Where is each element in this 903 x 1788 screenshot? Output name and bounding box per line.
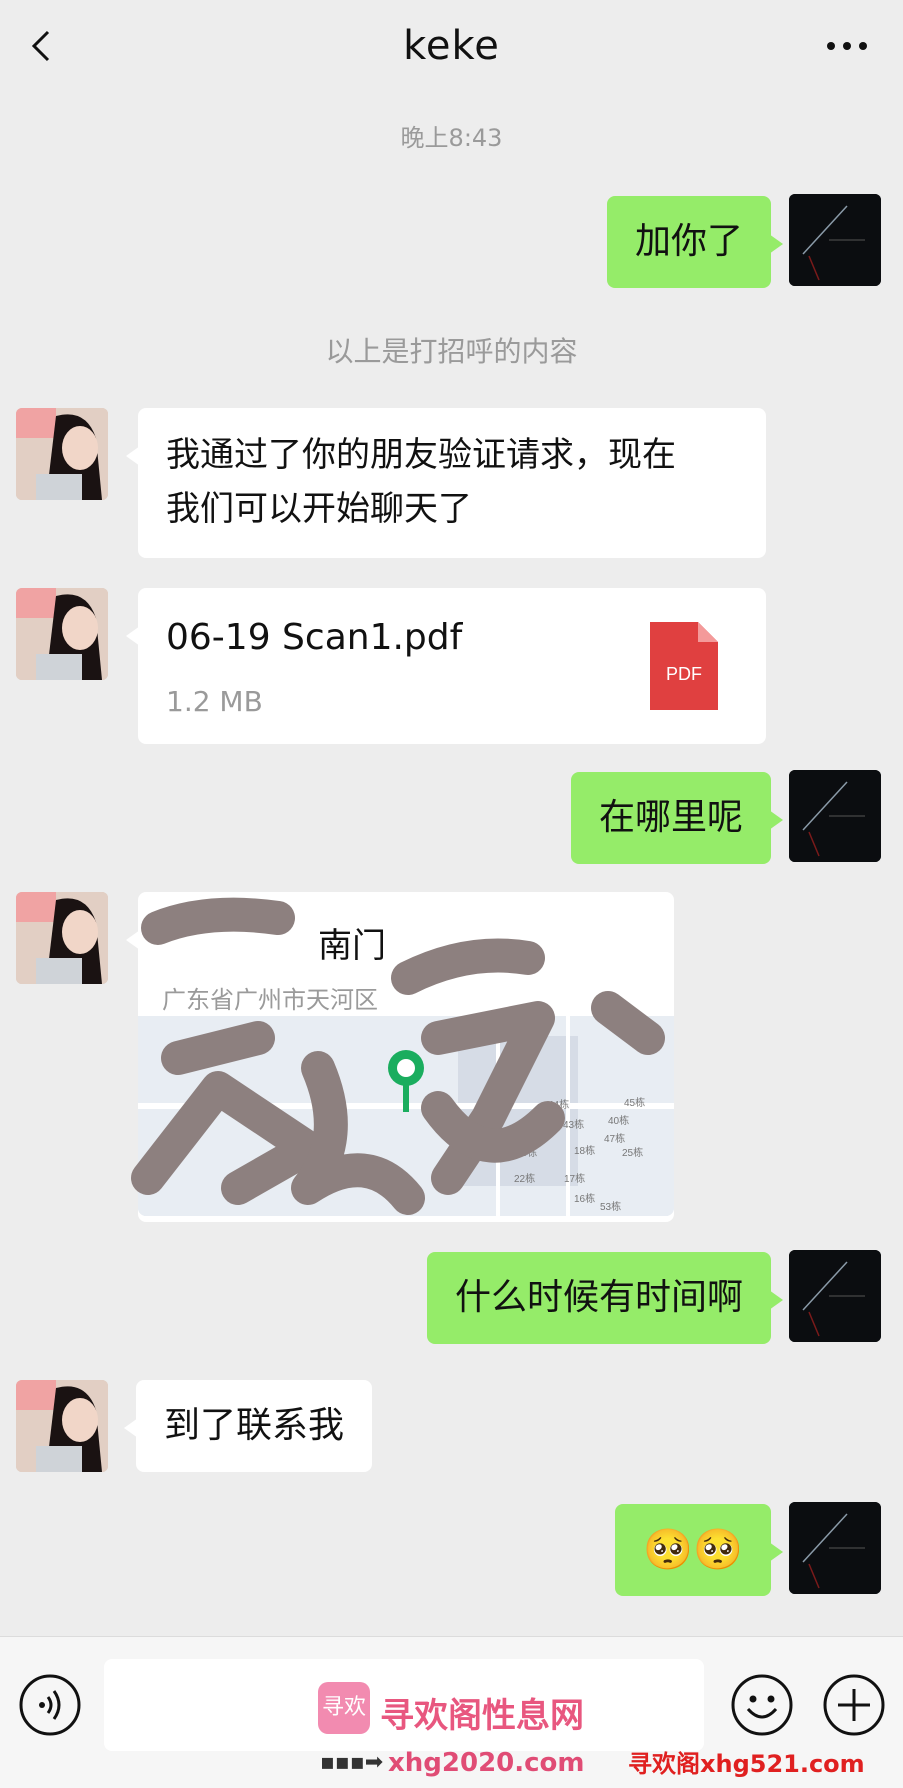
- watermark-logo: 寻欢: [318, 1682, 370, 1734]
- contact-avatar[interactable]: [16, 588, 108, 680]
- top-bar: keke: [0, 0, 903, 94]
- location-message-card[interactable]: 南门 广东省广州市天河区 44栋 45栋 43栋 40栋 47栋 23栋 18栋…: [126, 892, 674, 1222]
- avatar-art-icon: [789, 194, 881, 286]
- avatar-art-icon: [789, 1502, 881, 1594]
- message-text: 在哪里呢: [598, 797, 743, 838]
- contact-photo-icon: [16, 588, 108, 680]
- my-avatar[interactable]: [789, 1250, 881, 1342]
- sent-message-bubble[interactable]: 加你了: [606, 196, 784, 288]
- watermark-title: 寻欢阁性息网: [380, 1696, 584, 1736]
- contact-photo-icon: [16, 892, 108, 984]
- received-message-bubble[interactable]: 到了联系我: [123, 1380, 373, 1472]
- my-avatar[interactable]: [789, 1502, 881, 1594]
- message-text: 什么时候有时间啊: [454, 1277, 743, 1318]
- contact-avatar[interactable]: [16, 408, 108, 500]
- sent-message-bubble[interactable]: 什么时候有时间啊: [426, 1252, 784, 1344]
- contact-photo-icon: [16, 408, 108, 500]
- avatar-art-icon: [789, 1250, 881, 1342]
- smiley-icon[interactable]: [730, 1673, 794, 1737]
- contact-photo-icon: [16, 1380, 108, 1472]
- voice-icon[interactable]: [18, 1673, 82, 1737]
- system-note: 以上是打招呼的内容: [325, 335, 578, 368]
- message-text: 加你了: [634, 221, 743, 262]
- sent-message-bubble[interactable]: 🥺🥺: [615, 1504, 783, 1596]
- file-name: 06-19 Scan1.pdf: [166, 617, 463, 658]
- pdf-file-icon: PDF: [650, 622, 718, 710]
- ellipsis-icon[interactable]: [825, 40, 869, 52]
- chat-title: keke: [403, 23, 500, 69]
- redaction-scribble: [131, 897, 665, 1215]
- plus-icon[interactable]: [822, 1673, 886, 1737]
- my-avatar[interactable]: [789, 770, 881, 862]
- file-size: 1.2 MB: [166, 685, 263, 718]
- watermark-logo-group: 寻欢 寻欢阁性息网: [318, 1680, 598, 1740]
- message-text: 到了联系我: [164, 1405, 345, 1446]
- contact-avatar[interactable]: [16, 1380, 108, 1472]
- contact-avatar[interactable]: [16, 892, 108, 984]
- sent-message-bubble[interactable]: 在哪里呢: [570, 772, 784, 864]
- watermark-url: xhg2020.com: [388, 1748, 585, 1778]
- pdf-label: PDF: [666, 664, 702, 684]
- emoji-message: 🥺🥺: [643, 1527, 743, 1573]
- file-message-card[interactable]: 06-19 Scan1.pdf 1.2 MB PDF: [126, 588, 766, 744]
- watermark-url: 寻欢阁xhg521.com: [628, 1750, 865, 1778]
- arrow-icon: ▪▪▪➡: [320, 1750, 384, 1775]
- message-timestamp: 晚上8:43: [400, 124, 503, 152]
- received-message-bubble[interactable]: 我通过了你的朋友验证请求，现在 我们可以开始聊天了: [126, 408, 766, 558]
- avatar-art-icon: [789, 770, 881, 862]
- my-avatar[interactable]: [789, 194, 881, 286]
- message-text: 我通过了你的朋友验证请求，现在 我们可以开始聊天了: [166, 435, 676, 529]
